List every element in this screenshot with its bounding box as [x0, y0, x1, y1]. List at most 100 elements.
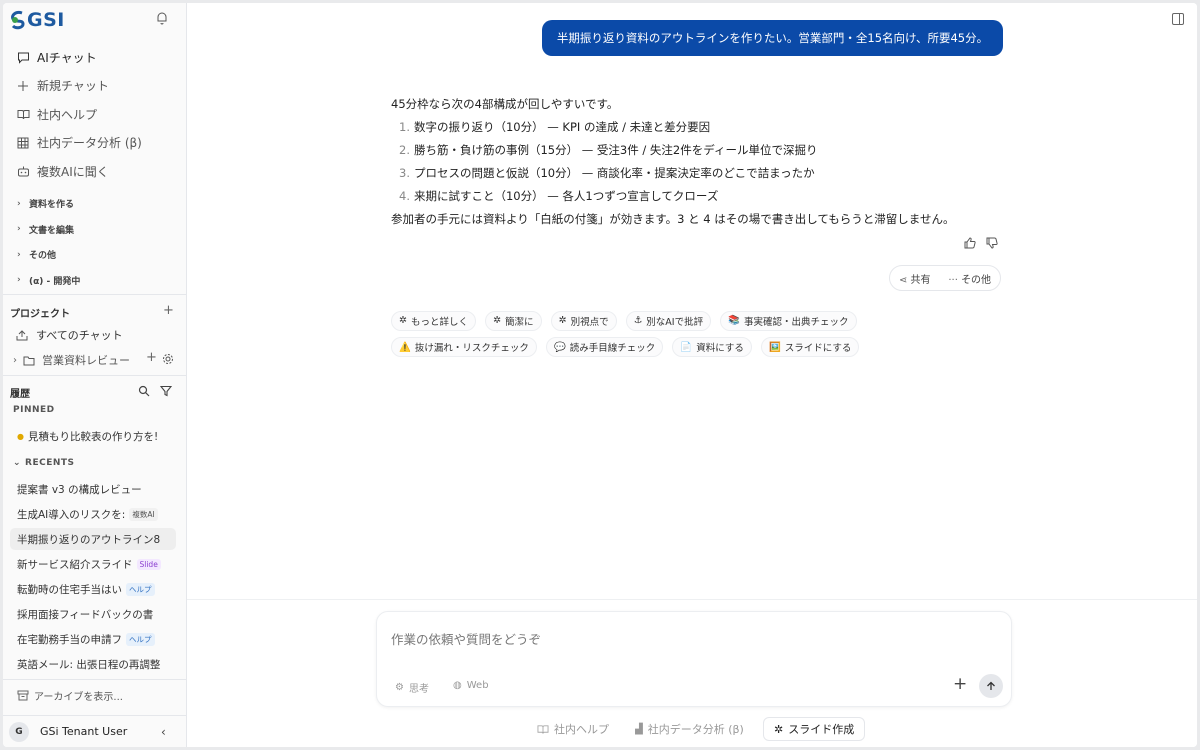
history-item[interactable]: 提案書 v3 の構成レビュー	[10, 478, 176, 500]
share-icon: ⋖	[898, 274, 911, 286]
chevron-right-icon: ›	[17, 224, 21, 235]
history-item-tag: Slide	[136, 558, 161, 570]
chevron-right-icon: ›	[17, 249, 21, 260]
globe-icon: ◍	[453, 680, 462, 691]
nav-internal-help[interactable]: 社内ヘルプ	[3, 100, 187, 129]
share-button[interactable]: ⋖ 共有	[899, 271, 931, 286]
chip-concise[interactable]: ✲ 簡潔に	[485, 310, 542, 331]
chip-other-view[interactable]: ✲ 別視点で	[550, 310, 617, 331]
tool-bar: 社内ヘルプ ▟ 社内データ分析 (β) ✲ スライド作成	[187, 717, 1197, 741]
logo-mark-icon	[11, 11, 25, 30]
history-item-tag: ヘルプ	[126, 582, 155, 596]
chevron-right-icon: ›	[17, 198, 21, 209]
tool-internal-help[interactable]: 社内ヘルプ	[537, 717, 609, 741]
nav-new-chat[interactable]: 新規チャット	[3, 72, 187, 101]
nav-label: 社内ヘルプ	[37, 107, 98, 122]
history-item-active[interactable]: 半期振り返りのアウトライン8	[10, 528, 176, 550]
collapse-sidebar-icon[interactable]: ‹	[161, 725, 166, 739]
bot-icon	[16, 164, 30, 178]
group-other[interactable]: › その他	[3, 242, 187, 268]
history-item-label: 英語メール: 出張日程の再調整	[17, 658, 161, 671]
side-panel-toggle-icon[interactable]	[1172, 13, 1184, 25]
pinned-label: PINNED	[13, 405, 55, 415]
web-toggle[interactable]: ◍ Web	[453, 680, 489, 691]
bell-icon[interactable]	[155, 11, 169, 25]
more-button[interactable]: ··· その他	[948, 271, 991, 286]
user-message: 半期振り返り資料のアウトラインを作りたい。営業部門・全15名向け、所要45分。	[542, 20, 1003, 56]
sparkle-icon: ✲	[493, 315, 502, 326]
think-toggle[interactable]: ⚙ 思考	[395, 680, 429, 695]
books-icon: 📚	[728, 315, 741, 326]
project-folder-label: 営業資料レビュー	[42, 354, 130, 367]
history-item[interactable]: 転勤時の住宅手当はい ヘルプ	[10, 578, 176, 600]
nav-ai-chat[interactable]: AIチャット	[3, 43, 187, 72]
filter-icon[interactable]	[160, 385, 172, 397]
archive-link[interactable]: アーカイブを表示...	[10, 684, 176, 706]
chip-fact-check[interactable]: 📚 事実確認・出典チェック	[720, 310, 857, 331]
chip-reader-check[interactable]: 💬 読み手目線チェック	[545, 337, 664, 357]
history-item[interactable]: 英語メール: 出張日程の再調整	[10, 653, 176, 675]
chat-main: 半期振り返り資料のアウトラインを作りたい。営業部門・全15名向け、所要45分。 …	[187, 3, 1197, 747]
chevron-down-icon: ⌄	[13, 458, 22, 468]
group-alpha[interactable]: › (α) - 開発中	[3, 268, 187, 294]
message-composer[interactable]: 作業の依頼や質問をどうぞ ⚙ 思考 ◍ Web +	[376, 611, 1012, 707]
tool-slide-create[interactable]: ✲ スライド作成	[763, 717, 866, 741]
user-name: GSi Tenant User	[40, 725, 128, 738]
gear-icon[interactable]	[162, 353, 174, 365]
nav-data-analysis[interactable]: 社内データ分析 (β)	[3, 129, 187, 158]
thumbs-down-icon[interactable]	[985, 236, 999, 250]
chip-risk-check[interactable]: ⚠️ 抜け漏れ・リスクチェック	[391, 337, 537, 357]
send-button[interactable]	[979, 674, 1003, 698]
history-item[interactable]: 生成AI導入のリスクを: 複数AI	[10, 503, 176, 525]
search-icon[interactable]	[138, 385, 150, 397]
chat-icon	[16, 50, 30, 64]
chip-critique[interactable]: ⚓ 別なAIで批評	[625, 310, 712, 331]
tool-data-analysis[interactable]: ▟ 社内データ分析 (β)	[635, 717, 744, 741]
avatar: G	[9, 721, 29, 742]
user-menu[interactable]: G GSi Tenant User ‹	[3, 715, 187, 747]
recents-label[interactable]: ⌄ RECENTS	[13, 458, 75, 468]
attach-plus-icon[interactable]: +	[953, 674, 967, 694]
chevron-right-icon: ›	[17, 275, 21, 286]
pinned-item[interactable]: ● 見積もり比較表の作り方を!	[10, 425, 176, 447]
message-actions: ⋖ 共有 ··· その他	[889, 265, 1001, 291]
chip-more-detail[interactable]: ✲ もっと詳しく	[391, 310, 476, 331]
answer-list-item: 4. 来期に試すこと（10分） — 各人1つずつ宣言してクローズ	[399, 189, 719, 203]
divider	[187, 599, 1197, 600]
book-icon	[537, 724, 549, 734]
history-item[interactable]: 採用面接フィードバックの書	[10, 603, 176, 625]
archive-label: アーカイブを表示...	[34, 691, 123, 703]
group-edit-docs[interactable]: › 文書を編集	[3, 217, 187, 243]
projects-title: プロジェクト	[10, 309, 70, 320]
group-label: 文書を編集	[29, 225, 75, 236]
history-item[interactable]: 在宅勤務手当の申請フ ヘルプ	[10, 628, 176, 650]
history-item[interactable]: 新サービス紹介スライド Slide	[10, 553, 176, 575]
recents-label-text: RECENTS	[25, 458, 75, 468]
group-create-docs[interactable]: › 資料を作る	[3, 191, 187, 217]
group-label: 資料を作る	[29, 200, 75, 211]
project-folder[interactable]: › 営業資料レビュー	[13, 352, 130, 368]
composer-placeholder[interactable]: 作業の依頼や質問をどうぞ	[391, 629, 541, 648]
chip-to-document[interactable]: 📄 資料にする	[672, 337, 752, 357]
nav-label: 社内データ分析 (β)	[37, 136, 142, 151]
nav-multi-ai[interactable]: 複数AIに聞く	[3, 157, 187, 186]
add-to-project-icon[interactable]: +	[146, 350, 157, 365]
answer-intro: 45分枠なら次の4部構成が回しやすいです。	[391, 97, 619, 111]
answer-list-item: 3. プロセスの問題と仮説（10分） — 商談化率・提案決定率のどこで詰まったか	[399, 166, 815, 180]
add-project-icon[interactable]: +	[163, 303, 174, 318]
inbox-icon	[16, 330, 28, 341]
history-item-label: 半期振り返りのアウトライン8	[17, 533, 161, 546]
all-chats-item[interactable]: すべてのチャット	[16, 327, 123, 343]
answer-list-item: 2. 勝ち筋・負け筋の事例（15分） — 受注3件 / 失注2件をディール単位で深…	[399, 143, 818, 157]
divider	[3, 679, 187, 680]
picture-icon: 🖼️	[768, 341, 781, 353]
nav-label: 新規チャット	[37, 79, 109, 94]
anchor-icon: ⚓	[633, 315, 643, 326]
tool-groups: › 資料を作る › 文書を編集 › その他 › (α) - 開発中	[3, 191, 187, 293]
logo[interactable]: GSI	[10, 8, 65, 32]
history-item-label: 採用面接フィードバックの書	[17, 608, 154, 621]
chip-to-slides[interactable]: 🖼️ スライドにする	[760, 337, 860, 357]
chart-icon: ▟	[635, 723, 643, 735]
main-nav: AIチャット 新規チャット 社内ヘルプ 社内データ分析 (β) 複数AIに聞く	[3, 43, 187, 186]
thumbs-up-icon[interactable]	[963, 236, 977, 250]
